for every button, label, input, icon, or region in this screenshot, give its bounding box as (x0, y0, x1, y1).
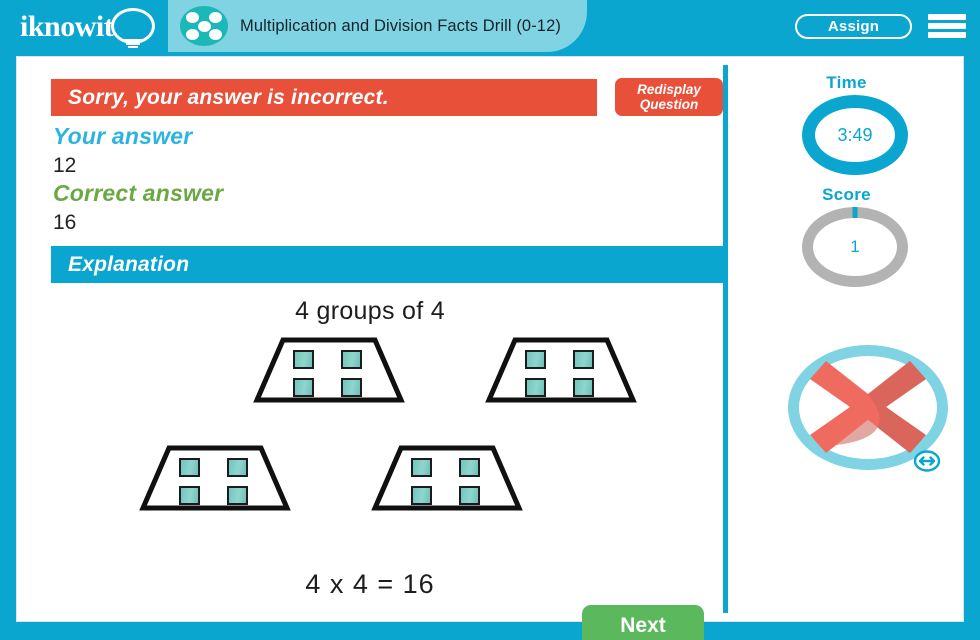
main-panel: Sorry, your answer is incorrect. Redispl… (17, 57, 723, 640)
status-sidebar: Time 3:49 Score 1 (728, 57, 965, 623)
x-mark-incorrect-icon (810, 361, 926, 453)
score-ring: 1 (802, 207, 908, 287)
group-shape-4 (367, 442, 527, 514)
incorrect-banner: Sorry, your answer is incorrect. (51, 79, 597, 116)
correct-answer-label: Correct answer (53, 180, 224, 206)
your-answer-value: 12 (53, 154, 77, 177)
explanation-statement: 4 groups of 4 (295, 297, 445, 325)
next-button[interactable]: Next (582, 605, 704, 640)
group-shape-1 (249, 334, 409, 406)
content-board: Sorry, your answer is incorrect. Redispl… (16, 56, 965, 640)
time-value: 3:49 (837, 124, 873, 145)
iknowit-logo[interactable]: iknowit (18, 6, 163, 48)
horizontal-resize-icon[interactable] (913, 447, 941, 475)
time-ring: 3:49 (802, 95, 908, 175)
your-answer-label: Your answer (53, 123, 193, 149)
group-shape-3 (135, 442, 295, 514)
correct-answer-value: 16 (53, 211, 77, 234)
score-value: 1 (850, 237, 860, 256)
score-progress-tick (852, 207, 858, 218)
five-dots-icon (180, 6, 228, 46)
page-title: Multiplication and Division Facts Drill … (240, 16, 561, 35)
group-shape-2 (481, 334, 641, 406)
explanation-banner: Explanation (51, 246, 723, 283)
hamburger-menu-icon[interactable] (928, 12, 966, 40)
lightbulb-base-icon (124, 39, 142, 48)
redisplay-question-button[interactable]: Redisplay Question (615, 78, 723, 116)
assign-button[interactable]: Assign (795, 14, 912, 39)
explanation-equation: 4 x 4 = 16 (305, 569, 435, 599)
incorrect-banner-text: Sorry, your answer is incorrect. (68, 85, 389, 109)
score-label: Score (822, 185, 871, 204)
app-header: iknowit Multiplication and Division Fact… (0, 0, 980, 52)
logo-text: iknowit (20, 10, 114, 43)
redisplay-line-1: Redisplay (637, 82, 701, 97)
explanation-banner-label: Explanation (68, 252, 190, 276)
app-window: iknowit Multiplication and Division Fact… (0, 0, 980, 640)
redisplay-line-2: Question (639, 97, 699, 112)
time-label: Time (826, 73, 867, 92)
lesson-title-bar: Multiplication and Division Facts Drill … (168, 0, 587, 52)
